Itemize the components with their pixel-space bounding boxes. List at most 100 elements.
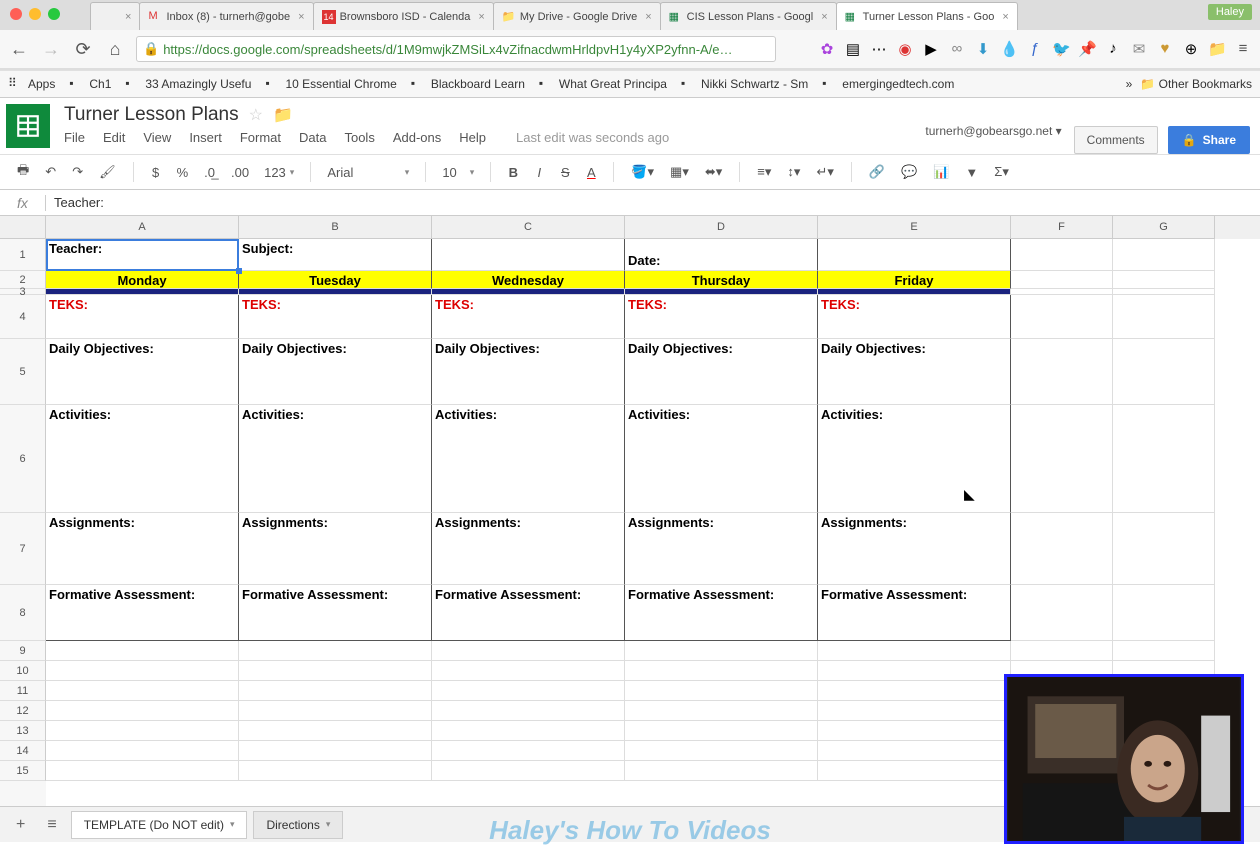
cell[interactable] — [239, 741, 432, 761]
cell[interactable]: Friday — [818, 271, 1011, 289]
row-header[interactable]: 10 — [0, 661, 46, 681]
textcolor-icon[interactable]: A — [581, 162, 601, 183]
close-tab-icon[interactable]: × — [298, 11, 304, 23]
row-header[interactable]: 4 — [0, 295, 46, 339]
row-header[interactable]: 11 — [0, 681, 46, 701]
menu-file[interactable]: File — [64, 130, 85, 145]
cell[interactable]: TEKS: — [46, 295, 239, 339]
cell[interactable]: TEKS: — [818, 295, 1011, 339]
cell[interactable] — [432, 681, 625, 701]
cell[interactable]: Assignments: — [239, 513, 432, 585]
bookmark[interactable]: ▪10 Essential Chrome — [265, 76, 396, 92]
browser-tab[interactable]: ▦CIS Lesson Plans - Googl× — [660, 2, 837, 30]
cell[interactable]: TEKS: — [432, 295, 625, 339]
reload-button[interactable]: ⟳ — [72, 39, 94, 60]
valign-icon[interactable]: ↕▾ — [782, 161, 805, 183]
cell[interactable] — [1113, 239, 1215, 271]
halign-icon[interactable]: ≡▾ — [752, 161, 776, 183]
cell[interactable] — [46, 761, 239, 781]
cell[interactable] — [625, 661, 818, 681]
row-header[interactable]: 15 — [0, 761, 46, 781]
browser-tab[interactable]: ▦Turner Lesson Plans - Goo× — [836, 2, 1018, 30]
ext-icon[interactable]: 📌 — [1078, 40, 1096, 58]
cell[interactable] — [818, 761, 1011, 781]
ext-icon[interactable]: 🐦 — [1052, 40, 1070, 58]
row-header[interactable]: 1 — [0, 239, 46, 271]
ext-icon[interactable]: ◉ — [896, 40, 914, 58]
cell[interactable] — [239, 761, 432, 781]
close-tab-icon[interactable]: × — [645, 11, 651, 23]
cell[interactable]: Formative Assessment: — [239, 585, 432, 641]
col-header[interactable]: G — [1113, 216, 1215, 239]
bookmark[interactable]: ▪Ch1 — [69, 76, 111, 92]
col-header[interactable]: A — [46, 216, 239, 239]
cell[interactable] — [46, 681, 239, 701]
forward-button[interactable]: → — [40, 39, 62, 60]
bookmark[interactable]: ▪What Great Principa — [539, 76, 667, 92]
menu-button[interactable]: ≡ — [1234, 40, 1252, 58]
browser-tab[interactable]: 📁My Drive - Google Drive× — [493, 2, 661, 30]
bookmark[interactable]: ▪33 Amazingly Usefu — [125, 76, 251, 92]
cell[interactable] — [818, 661, 1011, 681]
menu-view[interactable]: View — [143, 130, 171, 145]
minimize-window[interactable] — [29, 8, 41, 20]
format-select[interactable]: 123▾ — [260, 163, 298, 182]
row-header[interactable]: 6 — [0, 405, 46, 513]
cell[interactable]: Activities: — [46, 405, 239, 513]
cell[interactable] — [818, 701, 1011, 721]
cell[interactable] — [818, 641, 1011, 661]
cell[interactable] — [239, 641, 432, 661]
ext-icon[interactable]: ⬇ — [974, 40, 992, 58]
cell[interactable] — [239, 661, 432, 681]
cell[interactable] — [818, 721, 1011, 741]
cell[interactable]: Activities: — [432, 405, 625, 513]
cell[interactable] — [1113, 641, 1215, 661]
cell[interactable]: Formative Assessment: — [625, 585, 818, 641]
cell[interactable] — [1113, 405, 1215, 513]
url-bar[interactable]: 🔒 https://docs.google.com/spreadsheets/d… — [136, 36, 776, 62]
col-header[interactable]: F — [1011, 216, 1113, 239]
cell[interactable]: TEKS: — [239, 295, 432, 339]
cell[interactable]: Activities: — [625, 405, 818, 513]
redo-icon[interactable]: ↷ — [67, 161, 88, 183]
comment-icon[interactable]: 💬 — [896, 161, 922, 183]
col-header[interactable]: E — [818, 216, 1011, 239]
cell[interactable] — [625, 761, 818, 781]
cell[interactable]: Teacher: — [46, 239, 239, 271]
close-window[interactable] — [10, 8, 22, 20]
row-header[interactable]: 9 — [0, 641, 46, 661]
star-icon[interactable]: ☆ — [249, 105, 263, 125]
fill-icon[interactable]: 🪣▾ — [626, 161, 659, 183]
close-tab-icon[interactable]: × — [1002, 11, 1008, 23]
cell[interactable]: Daily Objectives: — [818, 339, 1011, 405]
menu-data[interactable]: Data — [299, 130, 326, 145]
ext-icon[interactable]: ✉ — [1130, 40, 1148, 58]
row-header[interactable]: 8 — [0, 585, 46, 641]
ext-icon[interactable]: 📁 — [1208, 40, 1226, 58]
browser-tab[interactable]: × — [90, 2, 140, 30]
cell[interactable] — [1113, 585, 1215, 641]
menu-add-ons[interactable]: Add-ons — [393, 130, 441, 145]
comments-button[interactable]: Comments — [1074, 126, 1158, 154]
menu-help[interactable]: Help — [459, 130, 486, 145]
font-select[interactable]: Arial▾ — [323, 163, 413, 182]
cell[interactable] — [625, 741, 818, 761]
cell[interactable]: Activities: — [239, 405, 432, 513]
cell[interactable] — [1011, 405, 1113, 513]
paint-format-icon[interactable]: 🖌 — [94, 161, 121, 183]
ext-icon[interactable]: ▤ — [844, 40, 862, 58]
cell[interactable] — [1113, 295, 1215, 339]
folder-icon[interactable]: 📁 — [273, 105, 293, 125]
cell[interactable] — [1113, 271, 1215, 289]
bold-icon[interactable]: B — [503, 162, 523, 183]
percent-icon[interactable]: % — [172, 162, 194, 183]
cell[interactable]: Daily Objectives: — [46, 339, 239, 405]
cell[interactable] — [1011, 585, 1113, 641]
more-bookmarks-icon[interactable]: » — [1126, 77, 1133, 91]
home-button[interactable]: ⌂ — [104, 39, 126, 60]
ext-icon[interactable]: ▶ — [922, 40, 940, 58]
strike-icon[interactable]: S — [555, 162, 575, 183]
cell[interactable] — [239, 721, 432, 741]
cell[interactable] — [432, 741, 625, 761]
cell[interactable]: Formative Assessment: — [818, 585, 1011, 641]
